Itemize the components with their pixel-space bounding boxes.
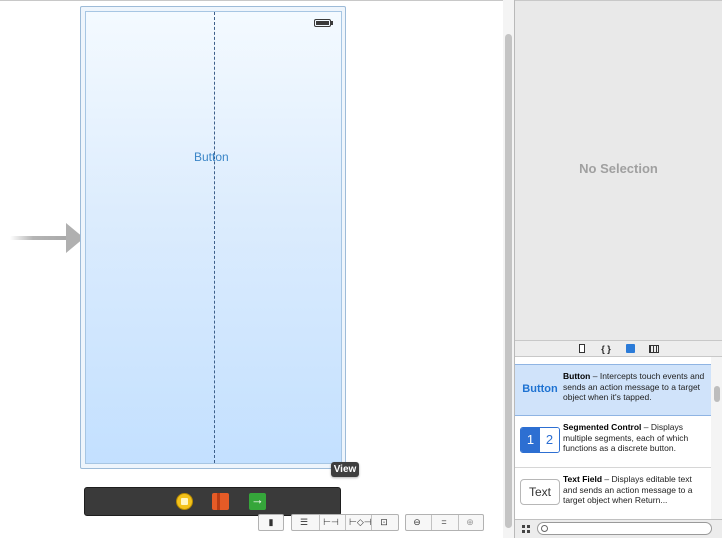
exit-icon[interactable] <box>249 492 266 510</box>
view-tooltip: View <box>331 462 359 477</box>
library-tabs: { } <box>515 340 722 357</box>
zoom-out-icon[interactable]: ⊖ <box>409 517 425 528</box>
device-orientation-icon[interactable]: ▮ <box>263 517 279 528</box>
segmented-control-thumbnail: 1 2 <box>520 427 560 453</box>
list-item-title: Button <box>563 371 591 381</box>
zoom-actual-icon[interactable]: = <box>436 517 452 528</box>
view-controller-icon[interactable] <box>212 493 229 510</box>
root-view[interactable]: Button <box>85 11 342 464</box>
object-library-icon[interactable] <box>624 343 636 355</box>
segment-two: 2 <box>540 428 559 452</box>
view-controller-scene[interactable]: Button <box>80 6 346 469</box>
first-responder-icon[interactable] <box>176 493 193 510</box>
library-scrollbar[interactable] <box>711 357 722 519</box>
inspector-area: No Selection <box>515 0 722 340</box>
object-library-list[interactable]: Button Button – Intercepts touch events … <box>515 357 722 519</box>
scene-dock <box>84 487 341 516</box>
align-icon[interactable]: ☰ <box>296 517 312 528</box>
code-snippet-icon[interactable]: { } <box>600 343 612 355</box>
storyboard-canvas[interactable]: Button View ▮ ☰ ⊢⊣ ⊢◇⊣ ⊡ ⊖ = ⊕ <box>0 0 514 538</box>
list-item[interactable]: 1 2 Segmented Control – Displays multipl… <box>515 416 711 468</box>
pin-icon[interactable]: ⊢⊣ <box>323 517 339 528</box>
list-item[interactable]: Text Text Field – Displays editable text… <box>515 468 711 519</box>
file-template-icon[interactable] <box>576 343 588 355</box>
grid-view-icon[interactable] <box>522 525 530 533</box>
library-filter-input[interactable] <box>552 523 702 534</box>
no-selection-label: No Selection <box>579 161 658 176</box>
list-item-title: Segmented Control <box>563 422 642 432</box>
media-library-icon[interactable] <box>648 343 660 355</box>
screen-button[interactable]: Button <box>194 150 229 164</box>
filter-icon <box>541 525 548 532</box>
entry-point-arrow[interactable] <box>10 236 68 240</box>
center-guide <box>214 12 215 463</box>
list-item-title: Text Field <box>563 474 603 484</box>
library-filter-field[interactable] <box>537 522 712 535</box>
resolve-group: ▮ <box>258 514 284 531</box>
segment-one: 1 <box>521 428 540 452</box>
canvas-scrollbar-thumb[interactable] <box>505 34 512 528</box>
layout-group: ☰ ⊢⊣ ⊢◇⊣ ⊡ <box>291 514 399 531</box>
zoom-group: ⊖ = ⊕ <box>405 514 484 531</box>
utilities-pane: No Selection { } Button Button – Interce… <box>514 0 722 538</box>
list-item[interactable]: Button Button – Intercepts touch events … <box>515 364 711 416</box>
zoom-in-icon[interactable]: ⊕ <box>462 517 478 528</box>
library-scrollbar-thumb[interactable] <box>714 386 720 402</box>
resolve-icon[interactable]: ⊢◇⊣ <box>349 517 372 528</box>
button-thumbnail: Button <box>522 383 558 395</box>
battery-icon <box>314 19 333 27</box>
text-field-thumbnail: Text <box>520 479 560 505</box>
resizing-icon[interactable]: ⊡ <box>376 517 392 528</box>
library-footer <box>515 519 722 538</box>
